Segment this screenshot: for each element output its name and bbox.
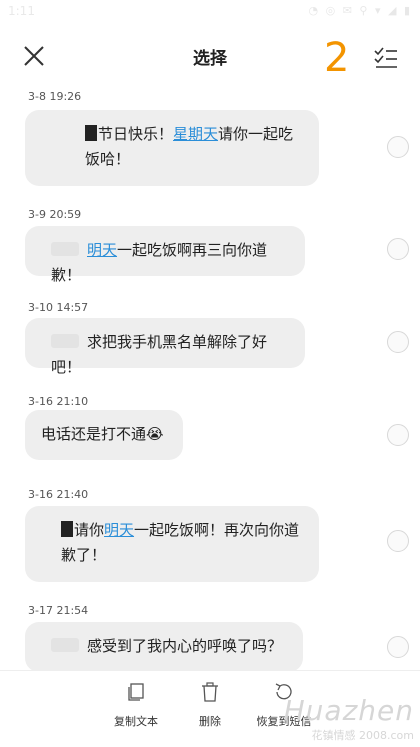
redaction-mark xyxy=(51,242,79,256)
message-text: 一起吃饭啊再三向你道歉！ xyxy=(51,241,268,284)
message-bubble[interactable]: 请你明天一起吃饭啊！再次向你道歉了！ xyxy=(25,506,319,582)
redaction-mark xyxy=(51,638,79,652)
watermark: Huazhen 花镇情感 2008.com xyxy=(284,694,414,743)
message-text: 感受到了我内心的呼唤了吗？ xyxy=(87,637,283,655)
bottom-action-bar: 复制文本 删除 恢复到短信 Huazhen 花镇情感 2008.com xyxy=(0,670,420,747)
date-link[interactable]: 星期天 xyxy=(173,125,218,143)
status-bar: 1:11 ◔ ◎ ✉ ⚲ ▾ ◢ ▮ xyxy=(0,0,420,26)
message-bubble[interactable]: 求把我手机黑名单解除了好吧！ xyxy=(25,318,305,376)
message-bubble[interactable]: 明天一起吃饭啊再三向你道歉！ xyxy=(25,226,305,284)
date-link[interactable]: 明天 xyxy=(87,241,117,259)
message-text: 请你 xyxy=(74,521,105,539)
message-bubble[interactable]: 电话还是打不通😭 xyxy=(25,410,183,460)
select-radio[interactable] xyxy=(387,331,409,353)
select-radio[interactable] xyxy=(387,530,409,552)
message-text: 求把我手机黑名单解除了好吧！ xyxy=(51,333,268,376)
selected-count: 2 xyxy=(324,35,350,81)
message-timestamp: 3-8 19:26 xyxy=(28,90,82,103)
copy-icon xyxy=(128,683,144,701)
message-text: 节日快乐！ xyxy=(98,125,174,143)
watermark-logo: Huazhen xyxy=(283,694,414,727)
delete-label: 删除 xyxy=(199,715,221,728)
message-timestamp: 3-9 20:59 xyxy=(28,208,82,221)
select-radio[interactable] xyxy=(387,238,409,260)
page-title: 选择 xyxy=(193,49,227,69)
message-list: 3-8 19:26 节日快乐！星期天请你一起吃饭哈！ 3-9 20:59 明天一… xyxy=(0,86,420,670)
message-bubble[interactable]: 节日快乐！星期天请你一起吃饭哈！ xyxy=(25,110,319,186)
select-radio[interactable] xyxy=(387,136,409,158)
message-timestamp: 3-17 21:54 xyxy=(28,604,89,617)
watermark-site: 花镇情感 2008.com xyxy=(311,729,414,742)
message-text: 电话还是打不通😭 xyxy=(41,425,164,443)
date-link[interactable]: 明天 xyxy=(104,521,134,539)
status-time: 1:11 xyxy=(8,4,35,18)
select-radio[interactable] xyxy=(387,636,409,658)
copy-text-button[interactable]: 复制文本 xyxy=(96,681,176,729)
message-timestamp: 3-16 21:10 xyxy=(28,395,89,408)
delete-button[interactable]: 删除 xyxy=(170,681,250,729)
select-radio[interactable] xyxy=(387,424,409,446)
select-all-icon xyxy=(374,47,397,68)
copy-text-label: 复制文本 xyxy=(114,715,158,728)
redaction-mark xyxy=(61,521,73,537)
message-timestamp: 3-16 21:40 xyxy=(28,488,89,501)
status-icons: ◔ ◎ ✉ ⚲ ▾ ◢ ▮ xyxy=(308,4,412,17)
message-timestamp: 3-10 14:57 xyxy=(28,301,89,314)
trash-icon xyxy=(202,682,218,702)
redaction-mark xyxy=(85,125,97,141)
select-all-button[interactable] xyxy=(372,44,400,72)
header: 选择 2 xyxy=(0,26,420,86)
message-bubble[interactable]: 感受到了我内心的呼唤了吗？ xyxy=(25,622,303,670)
redaction-mark xyxy=(51,334,79,348)
